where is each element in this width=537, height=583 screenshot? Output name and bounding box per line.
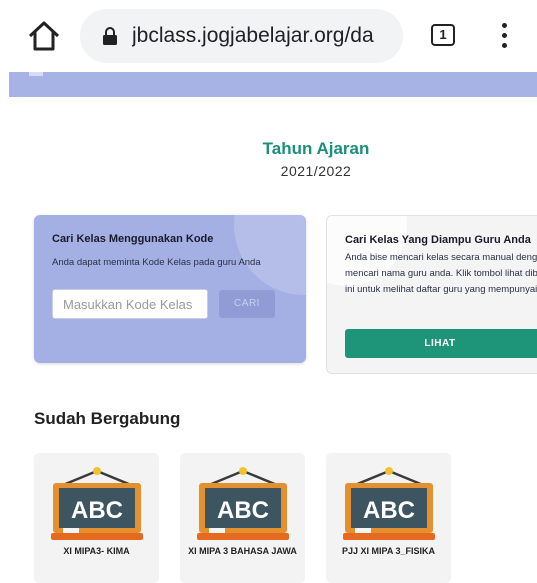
class-name: PJJ XI MIPA 3_FISIKA <box>341 546 436 556</box>
class-name: XI MIPA3- KIMA <box>63 546 130 556</box>
url-text[interactable]: jbclass.jogjabelajar.org/da <box>132 23 394 49</box>
class-card[interactable]: ABC XI MIPA3- KIMA <box>34 453 159 583</box>
tab-switcher-button[interactable]: 1 <box>431 24 455 46</box>
chalkboard-icon: ABC <box>51 467 143 540</box>
find-by-teacher-card: Cari Kelas Yang Diampu Guru Anda Anda bi… <box>326 215 537 374</box>
join-by-code-description: Anda dapat meminta Kode Kelas pada guru … <box>52 257 261 268</box>
academic-year-value: 2021/2022 <box>280 163 352 179</box>
view-teachers-button[interactable]: LIHAT <box>345 329 537 358</box>
board-text: ABC <box>71 497 123 524</box>
lock-icon <box>102 27 118 45</box>
board-text: ABC <box>363 497 415 524</box>
home-icon[interactable] <box>26 18 62 54</box>
class-card[interactable]: ABC PJJ XI MIPA 3_FISIKA <box>326 453 451 583</box>
joined-classes-heading: Sudah Bergabung <box>34 409 181 428</box>
find-by-teacher-description: Anda bise mencari kelas secara manual de… <box>345 252 537 295</box>
address-bar[interactable]: jbclass.jogjabelajar.org/da <box>80 9 403 63</box>
chalkboard-icon: ABC <box>197 467 289 540</box>
chalkboard-icon: ABC <box>343 467 435 540</box>
browser-toolbar: jbclass.jogjabelajar.org/da 1 <box>0 0 537 72</box>
class-card[interactable]: ABC XI MIPA 3 BAHASA JAWA <box>180 453 305 583</box>
board-text: ABC <box>217 497 269 524</box>
class-name: XI MIPA 3 BAHASA JAWA <box>188 546 297 556</box>
more-menu-icon[interactable] <box>494 20 514 52</box>
class-code-input[interactable] <box>52 289 208 319</box>
join-by-code-card: Cari Kelas Menggunakan Kode Anda dapat m… <box>34 215 306 363</box>
search-code-button[interactable]: CARI <box>219 290 275 318</box>
join-by-code-title: Cari Kelas Menggunakan Kode <box>52 233 214 245</box>
academic-year-label: Tahun Ajaran <box>262 139 370 158</box>
page-header-strip <box>9 72 537 97</box>
find-by-teacher-title: Cari Kelas Yang Diampu Guru Anda <box>345 234 531 246</box>
